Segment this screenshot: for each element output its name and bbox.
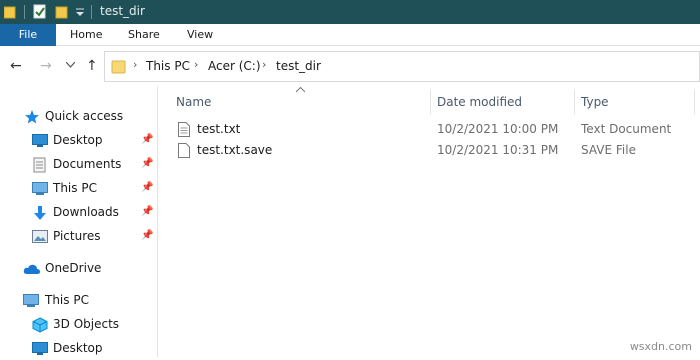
column-header-type[interactable]: Type <box>581 95 609 109</box>
downloads-icon <box>33 205 47 221</box>
desktop-icon <box>32 134 48 148</box>
this-pc-icon <box>23 294 39 308</box>
nav-quick-access[interactable]: Quick access <box>0 106 158 128</box>
star-icon <box>24 109 40 125</box>
breadcrumb-separator-icon[interactable]: › <box>133 58 137 71</box>
file-row[interactable]: test.txt 10/2/2021 10:00 PM Text Documen… <box>158 120 700 141</box>
up-arrow-icon[interactable]: ↑ <box>86 58 98 74</box>
breadcrumb-separator-icon[interactable]: › <box>194 58 198 71</box>
pin-icon[interactable]: 📌 <box>141 230 153 241</box>
pin-icon[interactable]: 📌 <box>141 206 153 217</box>
nav-item-desktop[interactable]: Desktop 📌 <box>0 130 158 152</box>
nav-label: Pictures <box>53 229 101 243</box>
nav-label: This PC <box>45 293 89 307</box>
titlebar-separator <box>91 5 92 19</box>
nav-item-onedrive[interactable]: OneDrive <box>0 258 158 280</box>
folder-icon[interactable] <box>4 5 16 19</box>
nav-label: Documents <box>53 157 121 171</box>
nav-label: Quick access <box>45 109 123 123</box>
nav-label: OneDrive <box>45 261 101 275</box>
tab-home[interactable]: Home <box>70 24 102 46</box>
forward-arrow-icon[interactable]: → <box>40 58 52 74</box>
customize-toolbar-icon[interactable] <box>75 8 85 18</box>
column-divider[interactable] <box>574 90 575 114</box>
titlebar-separator <box>24 5 25 19</box>
nav-label: Downloads <box>53 205 119 219</box>
nav-label: This PC <box>53 181 97 195</box>
nav-item-downloads[interactable]: Downloads 📌 <box>0 202 158 224</box>
file-row[interactable]: test.txt.save 10/2/2021 10:31 PM SAVE Fi… <box>158 141 700 162</box>
breadcrumb-separator-icon[interactable]: › <box>262 58 266 71</box>
column-divider[interactable] <box>430 90 431 114</box>
nav-label: Desktop <box>53 341 103 355</box>
nav-item-this-pc-pinned[interactable]: This PC 📌 <box>0 178 158 200</box>
breadcrumb-acer-c[interactable]: Acer (C:) <box>208 59 261 73</box>
this-pc-icon <box>32 182 48 196</box>
3d-objects-icon <box>32 317 48 333</box>
pin-icon[interactable]: 📌 <box>141 134 153 145</box>
file-icon <box>178 143 190 158</box>
nav-item-pictures[interactable]: Pictures 📌 <box>0 226 158 248</box>
title-bar: test_dir <box>0 0 700 24</box>
tab-share[interactable]: Share <box>128 24 160 46</box>
file-date-modified: 10/2/2021 10:00 PM <box>437 122 558 136</box>
nav-item-documents[interactable]: Documents 📌 <box>0 154 158 176</box>
pin-icon[interactable]: 📌 <box>141 182 153 193</box>
nav-item-this-pc[interactable]: This PC <box>0 290 158 312</box>
breadcrumb-this-pc[interactable]: This PC <box>146 59 190 73</box>
folder-icon <box>111 59 127 75</box>
breadcrumb-test-dir[interactable]: test_dir <box>276 59 321 73</box>
pin-icon[interactable]: 📌 <box>141 158 153 169</box>
back-arrow-icon[interactable]: ← <box>10 58 22 74</box>
nav-label: Desktop <box>53 133 103 147</box>
onedrive-icon <box>23 263 41 275</box>
column-divider[interactable] <box>694 90 695 114</box>
documents-icon <box>33 157 47 173</box>
tab-view[interactable]: View <box>187 24 213 46</box>
ribbon-tabs: File Home Share View <box>0 24 700 46</box>
nav-label: 3D Objects <box>53 317 119 331</box>
file-type: Text Document <box>581 122 671 136</box>
sort-ascending-icon <box>296 87 305 93</box>
column-header-row: Name Date modified Type <box>158 86 700 116</box>
file-name: test.txt.save <box>197 143 272 157</box>
address-bar[interactable]: › This PC › Acer (C:) › test_dir <box>104 51 700 82</box>
desktop-icon <box>32 342 48 356</box>
new-folder-icon[interactable] <box>55 5 69 19</box>
column-header-date-modified[interactable]: Date modified <box>437 95 522 109</box>
navigation-pane: Quick access Desktop 📌 Documents 📌 This … <box>0 86 158 357</box>
file-type: SAVE File <box>581 143 636 157</box>
properties-icon[interactable] <box>33 4 47 20</box>
text-file-icon <box>178 122 190 137</box>
window-title: test_dir <box>100 4 145 18</box>
tab-file[interactable]: File <box>0 24 56 46</box>
recent-locations-chevron-icon[interactable] <box>66 62 75 68</box>
nav-item-3d-objects[interactable]: 3D Objects <box>0 314 158 336</box>
column-header-name[interactable]: Name <box>176 95 211 109</box>
file-name: test.txt <box>197 122 240 136</box>
pictures-icon <box>32 230 48 244</box>
watermark: wsxdn.com <box>630 340 692 353</box>
file-date-modified: 10/2/2021 10:31 PM <box>437 143 558 157</box>
